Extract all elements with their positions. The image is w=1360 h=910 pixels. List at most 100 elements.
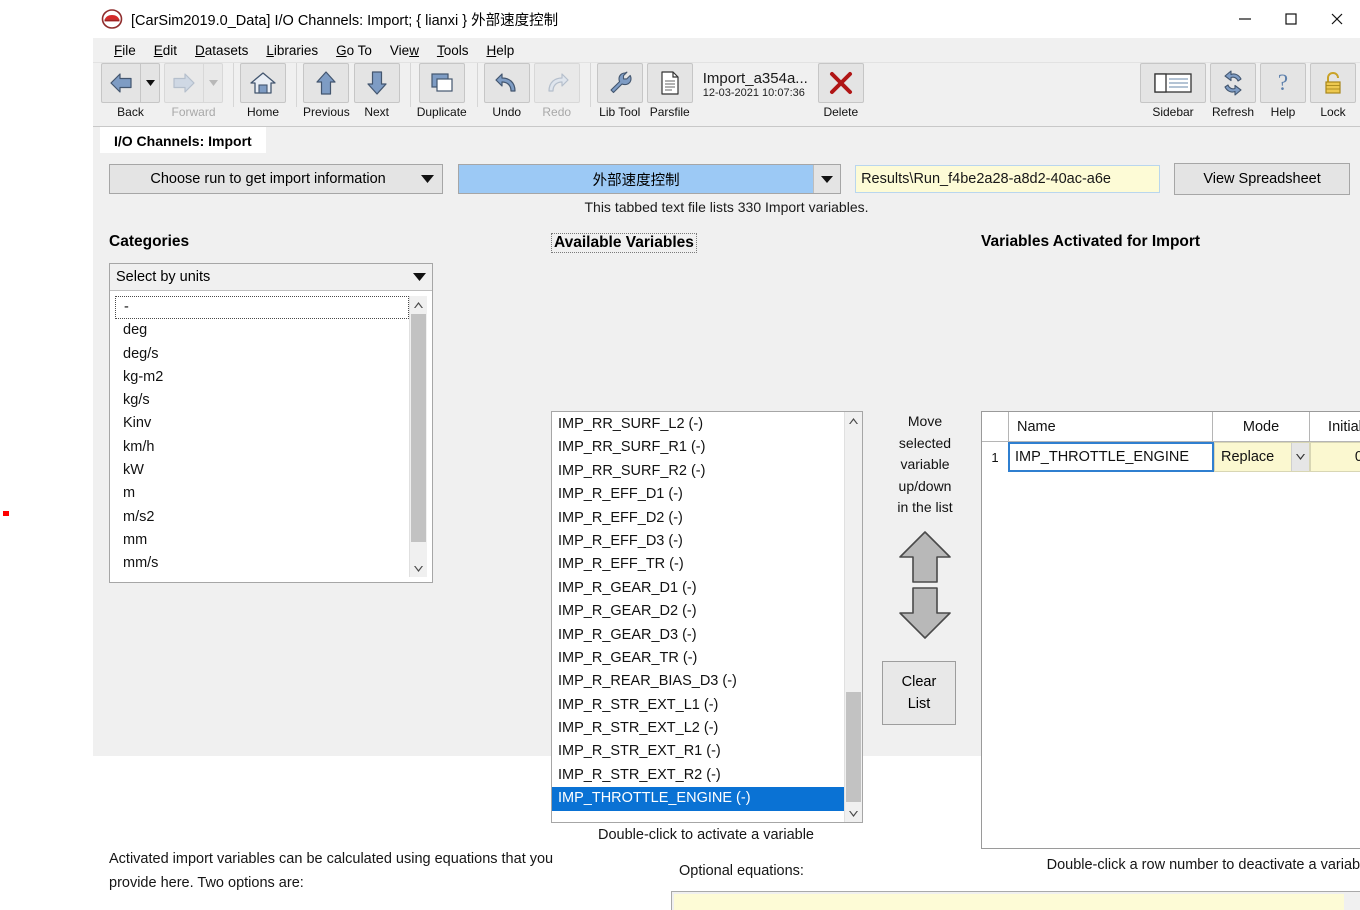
previous-icon[interactable]: [303, 63, 349, 103]
equations-textarea[interactable]: [674, 894, 1344, 910]
arrow-down-icon[interactable]: [896, 585, 954, 641]
available-variable-item[interactable]: IMP_R_STR_EXT_R1 (-): [552, 740, 844, 763]
row-mode-dropdown[interactable]: Replace: [1214, 442, 1310, 472]
category-item[interactable]: deg/s: [115, 343, 409, 366]
available-variable-item[interactable]: IMP_THROTTLE_ENGINE (-): [552, 787, 844, 810]
category-item[interactable]: Kinv: [115, 412, 409, 435]
category-item[interactable]: mm/s: [115, 552, 409, 575]
delete-icon[interactable]: [818, 63, 864, 103]
category-item[interactable]: mm: [115, 529, 409, 552]
back-dropdown-icon[interactable]: [140, 63, 160, 103]
scroll-down-icon[interactable]: [410, 560, 427, 577]
activated-variables-table[interactable]: Name Mode Initial Value 1 IMP_THROTTLE_E…: [981, 411, 1360, 849]
refresh-icon[interactable]: [1210, 63, 1256, 103]
sidebar-icon[interactable]: [1140, 63, 1206, 103]
close-icon[interactable]: [1314, 0, 1360, 38]
choose-run-dropdown[interactable]: Choose run to get import information: [109, 164, 443, 194]
toolbar-libtool[interactable]: Lib Tool: [597, 63, 643, 119]
mode-chevron-down-icon[interactable]: [1291, 443, 1309, 471]
category-item[interactable]: mm3/s: [115, 576, 409, 577]
available-variable-item[interactable]: IMP_RR_SURF_R2 (-): [552, 460, 844, 483]
scroll-up-icon[interactable]: [845, 412, 862, 429]
toolbar-delete[interactable]: Delete: [818, 63, 864, 119]
row-name-field[interactable]: IMP_THROTTLE_ENGINE: [1008, 442, 1214, 472]
available-variable-item[interactable]: IMP_R_GEAR_D3 (-): [552, 624, 844, 647]
dataset-chevron-down-icon[interactable]: [813, 165, 840, 193]
toolbar-back[interactable]: Back: [101, 63, 160, 119]
clear-list-button[interactable]: Clear List: [882, 661, 956, 725]
available-variable-item[interactable]: IMP_R_STR_EXT_L1 (-): [552, 694, 844, 717]
menu-help[interactable]: Help: [477, 41, 523, 60]
optional-equations-editor[interactable]: [671, 891, 1360, 910]
toolbar-undo[interactable]: Undo: [484, 63, 530, 119]
arrow-up-icon[interactable]: [896, 529, 954, 585]
category-item[interactable]: km/h: [115, 436, 409, 459]
equations-scrollbar[interactable]: [1344, 892, 1360, 910]
maximize-icon[interactable]: [1268, 0, 1314, 38]
toolbar-next[interactable]: Next: [354, 63, 400, 119]
table-row[interactable]: 1 IMP_THROTTLE_ENGINE Replace 0.0: [982, 442, 1360, 472]
menu-view[interactable]: View: [381, 41, 428, 60]
wrench-icon[interactable]: [597, 63, 643, 103]
menu-edit[interactable]: Edit: [145, 41, 186, 60]
scroll-down-icon[interactable]: [845, 805, 862, 822]
scrollbar-thumb[interactable]: [846, 692, 861, 802]
menu-libraries[interactable]: Libraries: [257, 41, 327, 60]
category-item[interactable]: m: [115, 482, 409, 505]
available-scrollbar[interactable]: [844, 412, 862, 822]
back-icon[interactable]: [101, 63, 140, 103]
available-variable-item[interactable]: IMP_R_STR_EXT_L2 (-): [552, 717, 844, 740]
undo-icon[interactable]: [484, 63, 530, 103]
menu-datasets[interactable]: Datasets: [186, 41, 257, 60]
available-variable-item[interactable]: IMP_RR_SURF_R1 (-): [552, 436, 844, 459]
view-spreadsheet-button[interactable]: View Spreadsheet: [1174, 163, 1350, 195]
category-item[interactable]: kg/s: [115, 389, 409, 412]
toolbar-duplicate[interactable]: Duplicate: [417, 63, 467, 119]
available-variable-item[interactable]: IMP_R_EFF_D2 (-): [552, 507, 844, 530]
toolbar-parsfile[interactable]: Parsfile: [647, 63, 693, 119]
select-by-units-dropdown[interactable]: Select by units: [110, 264, 432, 291]
row-initial-value-field[interactable]: 0.0: [1310, 442, 1360, 472]
toolbar-refresh[interactable]: Refresh: [1210, 63, 1256, 119]
parsfile-icon[interactable]: [647, 63, 693, 103]
available-variables-items[interactable]: IMP_RR_SURF_L2 (-)IMP_RR_SURF_R1 (-)IMP_…: [552, 412, 844, 822]
categories-items[interactable]: -degdeg/skg-m2kg/sKinvkm/hkWmm/s2mmmm/sm…: [115, 296, 409, 577]
minimize-icon[interactable]: [1222, 0, 1268, 38]
category-item[interactable]: deg: [115, 319, 409, 342]
available-variables-listbox[interactable]: IMP_RR_SURF_L2 (-)IMP_RR_SURF_R1 (-)IMP_…: [551, 411, 863, 823]
available-variable-item[interactable]: IMP_R_EFF_TR (-): [552, 553, 844, 576]
available-variable-item[interactable]: IMP_R_EFF_D1 (-): [552, 483, 844, 506]
category-item[interactable]: kW: [115, 459, 409, 482]
toolbar-lock[interactable]: Lock: [1310, 63, 1356, 119]
categories-scrollbar[interactable]: [409, 296, 427, 577]
results-path-field[interactable]: Results\Run_f4be2a28-a8d2-40ac-a6e: [855, 165, 1160, 193]
toolbar-home[interactable]: Home: [240, 63, 286, 119]
available-variable-item[interactable]: IMP_R_GEAR_TR (-): [552, 647, 844, 670]
row-number[interactable]: 1: [982, 442, 1008, 472]
menu-go-to[interactable]: Go To: [327, 41, 381, 60]
menu-file[interactable]: File: [105, 41, 145, 60]
toolbar-previous[interactable]: Previous: [303, 63, 350, 119]
categories-list[interactable]: -degdeg/skg-m2kg/sKinvkm/hkWmm/s2mmmm/sm…: [114, 295, 428, 578]
dataset-dropdown[interactable]: 外部速度控制: [458, 164, 841, 194]
available-variable-item[interactable]: IMP_R_STR_EXT_R2 (-): [552, 764, 844, 787]
scrollbar-thumb[interactable]: [411, 314, 426, 542]
category-item[interactable]: -: [115, 296, 409, 319]
available-variable-item[interactable]: IMP_RR_SURF_L2 (-): [552, 413, 844, 436]
lock-icon[interactable]: [1310, 63, 1356, 103]
available-variable-item[interactable]: IMP_R_EFF_D3 (-): [552, 530, 844, 553]
available-variable-item[interactable]: IMP_R_REAR_BIAS_D3 (-): [552, 670, 844, 693]
category-item[interactable]: kg-m2: [115, 366, 409, 389]
available-variable-item[interactable]: IMP_R_GEAR_D2 (-): [552, 600, 844, 623]
duplicate-icon[interactable]: [419, 63, 465, 103]
question-mark-icon[interactable]: ?: [1260, 63, 1306, 103]
home-icon[interactable]: [240, 63, 286, 103]
tab-io-channels-import[interactable]: I/O Channels: Import: [100, 127, 266, 155]
category-item[interactable]: m/s2: [115, 506, 409, 529]
available-variable-item[interactable]: IMP_R_GEAR_D1 (-): [552, 577, 844, 600]
toolbar-help[interactable]: ? Help: [1260, 63, 1306, 119]
next-icon[interactable]: [354, 63, 400, 103]
toolbar-sidebar[interactable]: Sidebar: [1140, 63, 1206, 119]
scroll-up-icon[interactable]: [410, 296, 427, 313]
menu-tools[interactable]: Tools: [428, 41, 478, 60]
